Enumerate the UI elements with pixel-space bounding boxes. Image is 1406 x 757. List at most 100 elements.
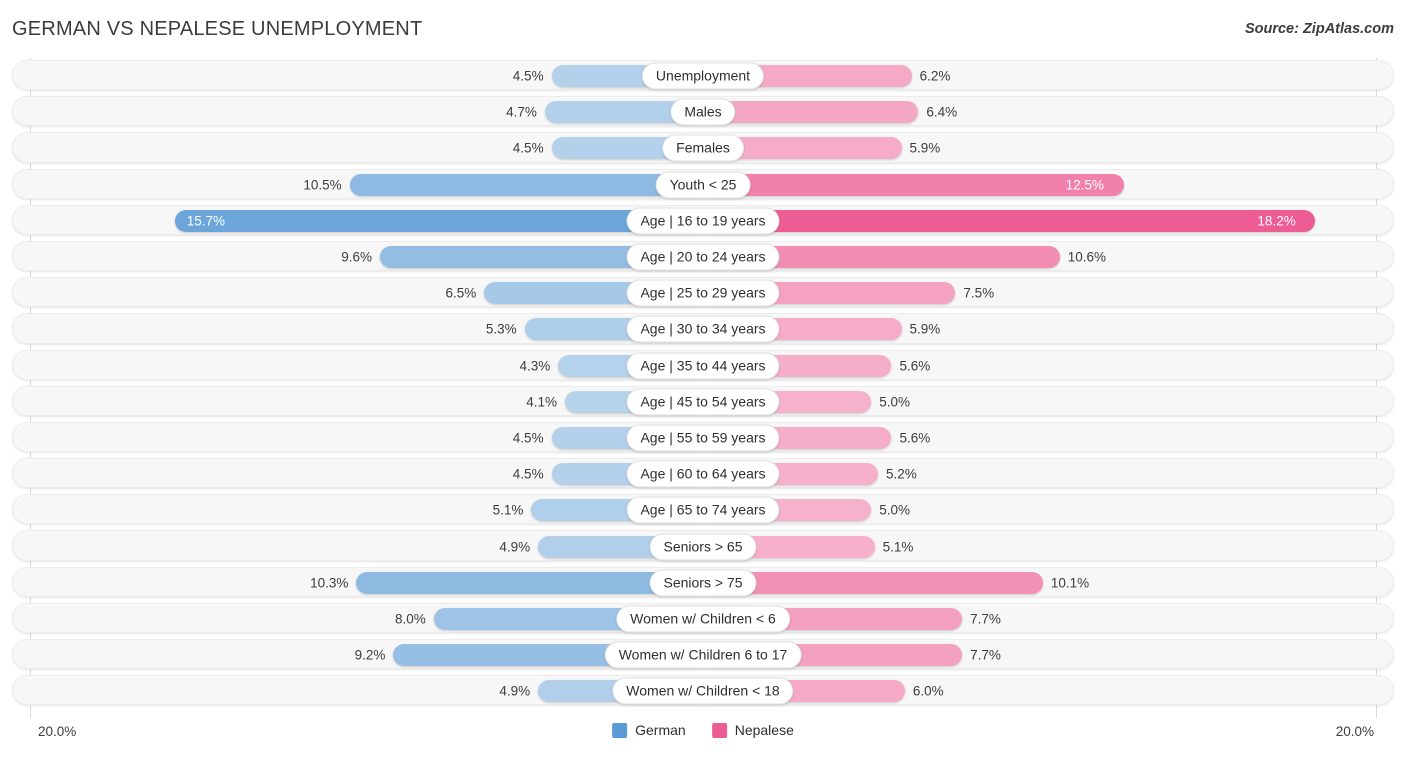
row-inner: 8.0% 7.7% Women w/ Children < 6 bbox=[0, 601, 1406, 637]
axis-tick-left: 20.0% bbox=[38, 724, 77, 739]
bar-value-german: 5.1% bbox=[492, 502, 524, 518]
bar-value-nepalese-inside: 18.2% bbox=[1257, 213, 1296, 229]
table-row: 8.0% 7.7% Women w/ Children < 6 bbox=[0, 601, 1406, 637]
bar-value-nepalese: 6.4% bbox=[926, 104, 958, 120]
bar-value-nepalese: 5.6% bbox=[899, 430, 931, 446]
row-inner: 4.5% 6.2% Unemployment bbox=[0, 58, 1406, 94]
bar-value-nepalese: 7.7% bbox=[970, 647, 1001, 663]
legend-item-german[interactable]: German bbox=[612, 722, 686, 738]
bar-value-nepalese: 5.6% bbox=[899, 358, 931, 374]
table-row: 10.3% 10.1% Seniors > 75 bbox=[0, 565, 1406, 601]
table-row: 4.9% 6.0% Women w/ Children < 18 bbox=[0, 673, 1406, 709]
table-row: 10.5% 12.5% Youth < 25 bbox=[0, 167, 1406, 203]
bar-german[interactable] bbox=[174, 209, 703, 232]
category-label-pill: Age | 60 to 64 years bbox=[626, 460, 780, 488]
table-row: 4.5% 6.2% Unemployment bbox=[0, 58, 1406, 94]
category-label-pill: Age | 65 to 74 years bbox=[626, 496, 780, 524]
row-inner: 10.5% 12.5% Youth < 25 bbox=[0, 167, 1406, 203]
bar-value-german: 10.5% bbox=[303, 177, 342, 193]
bar-value-nepalese: 6.2% bbox=[919, 68, 951, 84]
table-row: 15.7% 18.2% Age | 16 to 19 years bbox=[0, 203, 1406, 239]
bar-value-german: 4.9% bbox=[499, 539, 531, 555]
table-row: 4.9% 5.1% Seniors > 65 bbox=[0, 528, 1406, 564]
category-label-pill: Women w/ Children 6 to 17 bbox=[604, 641, 802, 669]
bar-value-german: 4.5% bbox=[512, 140, 544, 156]
bar-value-german: 4.1% bbox=[526, 394, 558, 410]
category-label-pill: Age | 45 to 54 years bbox=[626, 388, 780, 416]
bar-value-german: 4.7% bbox=[506, 104, 537, 120]
bar-value-german: 10.3% bbox=[310, 575, 349, 591]
row-inner: 9.2% 7.7% Women w/ Children 6 to 17 bbox=[0, 637, 1406, 673]
category-label-pill: Age | 55 to 59 years bbox=[626, 424, 780, 452]
table-row: 9.6% 10.6% Age | 20 to 24 years bbox=[0, 239, 1406, 275]
row-inner: 4.5% 5.2% Age | 60 to 64 years bbox=[0, 456, 1406, 492]
bar-value-german: 4.3% bbox=[519, 358, 551, 374]
bar-value-nepalese: 5.9% bbox=[909, 321, 941, 337]
page-title: GERMAN VS NEPALESE UNEMPLOYMENT bbox=[12, 18, 423, 40]
bar-value-nepalese-inside: 12.5% bbox=[1065, 177, 1104, 193]
chart-footer: 20.0% 20.0% German Nepalese bbox=[0, 718, 1406, 757]
bar-value-nepalese: 10.1% bbox=[1050, 575, 1090, 591]
category-label-pill: Age | 35 to 44 years bbox=[626, 352, 780, 380]
row-inner: 4.9% 6.0% Women w/ Children < 18 bbox=[0, 673, 1406, 709]
category-label-pill: Age | 16 to 19 years bbox=[626, 207, 780, 235]
table-row: 4.7% 6.4% Males bbox=[0, 94, 1406, 130]
chart-page: GERMAN VS NEPALESE UNEMPLOYMENT Source: … bbox=[0, 0, 1406, 757]
bar-value-german: 9.6% bbox=[341, 249, 372, 265]
category-label-pill: Youth < 25 bbox=[655, 171, 751, 199]
bar-value-nepalese: 7.7% bbox=[970, 611, 1001, 627]
bar-nepalese[interactable] bbox=[703, 173, 1124, 196]
table-row: 9.2% 7.7% Women w/ Children 6 to 17 bbox=[0, 637, 1406, 673]
bar-value-german: 9.2% bbox=[354, 647, 386, 663]
bar-value-german-inside: 15.7% bbox=[186, 213, 225, 229]
row-inner: 15.7% 18.2% Age | 16 to 19 years bbox=[0, 203, 1406, 239]
category-label-pill: Age | 25 to 29 years bbox=[626, 279, 780, 307]
row-inner: 4.5% 5.6% Age | 55 to 59 years bbox=[0, 420, 1406, 456]
table-row: 4.3% 5.6% Age | 35 to 44 years bbox=[0, 348, 1406, 384]
bar-german[interactable] bbox=[349, 173, 703, 196]
category-label-pill: Seniors > 65 bbox=[649, 533, 757, 561]
category-label-pill: Women w/ Children < 6 bbox=[616, 605, 790, 633]
source-attribution: Source: ZipAtlas.com bbox=[1244, 21, 1394, 37]
category-label-pill: Women w/ Children < 18 bbox=[612, 677, 794, 705]
category-label-pill: Age | 20 to 24 years bbox=[626, 243, 780, 271]
row-inner: 9.6% 10.6% Age | 20 to 24 years bbox=[0, 239, 1406, 275]
bar-value-nepalese: 5.2% bbox=[885, 466, 917, 482]
bar-value-german: 6.5% bbox=[445, 285, 477, 301]
bar-value-nepalese: 5.0% bbox=[879, 502, 911, 518]
bar-value-nepalese: 10.6% bbox=[1067, 249, 1106, 265]
bar-rows: 4.5% 6.2% Unemployment 4.7% 6.4% Males 4.5% 5.9… bbox=[0, 58, 1406, 709]
chart-legend: German Nepalese bbox=[612, 722, 794, 738]
row-inner: 4.3% 5.6% Age | 35 to 44 years bbox=[0, 348, 1406, 384]
bar-value-german: 4.9% bbox=[499, 683, 531, 699]
table-row: 5.1% 5.0% Age | 65 to 74 years bbox=[0, 492, 1406, 528]
table-row: 4.1% 5.0% Age | 45 to 54 years bbox=[0, 384, 1406, 420]
bar-value-nepalese: 5.1% bbox=[882, 539, 914, 555]
bar-value-nepalese: 5.0% bbox=[879, 394, 911, 410]
row-inner: 4.9% 5.1% Seniors > 65 bbox=[0, 528, 1406, 564]
bar-value-german: 4.5% bbox=[512, 430, 544, 446]
table-row: 4.5% 5.6% Age | 55 to 59 years bbox=[0, 420, 1406, 456]
axis-tick-right: 20.0% bbox=[1335, 724, 1374, 739]
row-inner: 4.1% 5.0% Age | 45 to 54 years bbox=[0, 384, 1406, 420]
legend-swatch-icon bbox=[711, 722, 727, 738]
bar-value-nepalese: 6.0% bbox=[912, 683, 944, 699]
legend-swatch-icon bbox=[612, 722, 628, 738]
row-inner: 6.5% 7.5% Age | 25 to 29 years bbox=[0, 275, 1406, 311]
table-row: 4.5% 5.9% Females bbox=[0, 130, 1406, 166]
bar-value-german: 5.3% bbox=[485, 321, 517, 337]
row-inner: 5.1% 5.0% Age | 65 to 74 years bbox=[0, 492, 1406, 528]
bar-value-nepalese: 7.5% bbox=[963, 285, 995, 301]
category-label-pill: Age | 30 to 34 years bbox=[626, 315, 780, 343]
legend-item-nepalese[interactable]: Nepalese bbox=[711, 722, 794, 738]
bar-value-german: 4.5% bbox=[512, 466, 544, 482]
legend-label: Nepalese bbox=[734, 722, 794, 738]
row-inner: 5.3% 5.9% Age | 30 to 34 years bbox=[0, 311, 1406, 347]
bar-value-german: 8.0% bbox=[395, 611, 426, 627]
category-label-pill: Seniors > 75 bbox=[649, 569, 757, 597]
table-row: 6.5% 7.5% Age | 25 to 29 years bbox=[0, 275, 1406, 311]
table-row: 4.5% 5.2% Age | 60 to 64 years bbox=[0, 456, 1406, 492]
plot-area: 4.5% 6.2% Unemployment 4.7% 6.4% Males 4.5% 5.9… bbox=[0, 58, 1406, 718]
bar-nepalese[interactable] bbox=[703, 209, 1316, 232]
category-label-pill: Females bbox=[662, 134, 744, 162]
